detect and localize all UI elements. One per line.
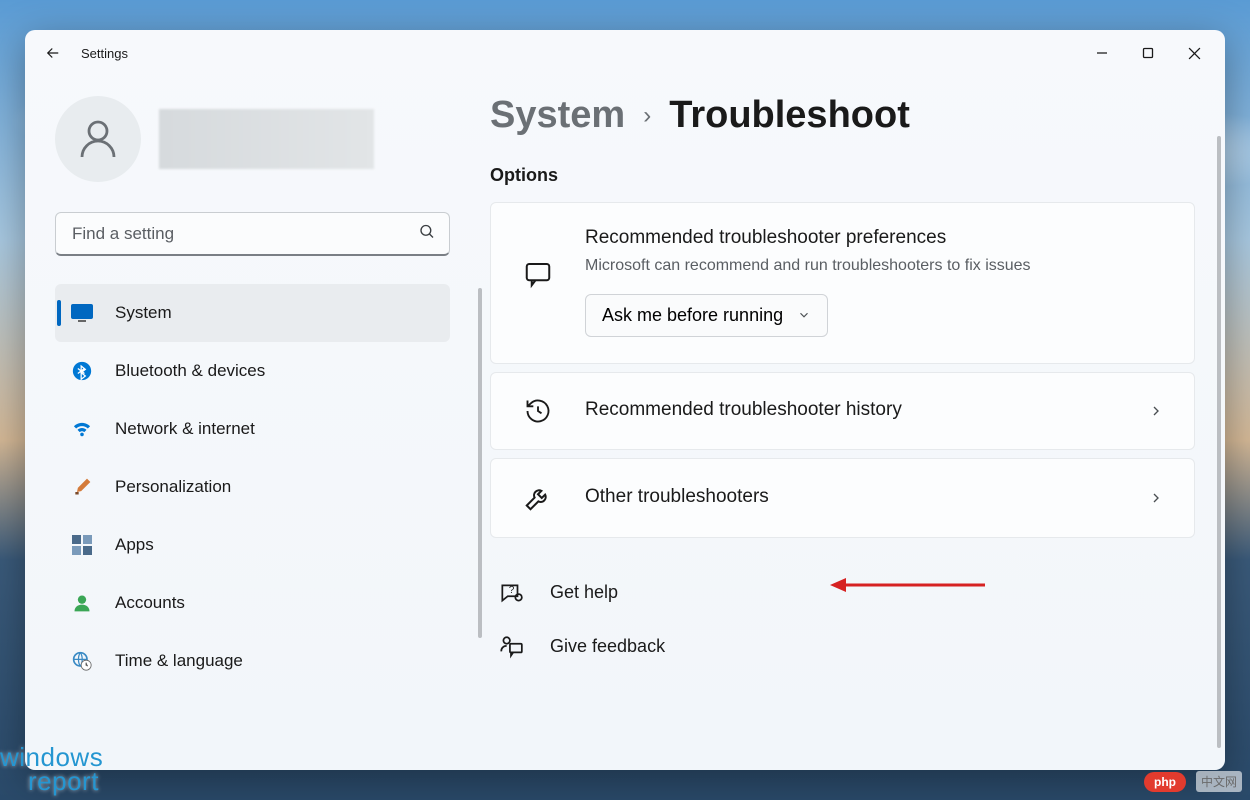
link-label: Give feedback: [550, 636, 665, 657]
wrench-icon: [521, 483, 555, 513]
profile-section[interactable]: [55, 96, 470, 182]
window-controls: [1079, 30, 1217, 76]
search-icon: [418, 223, 436, 246]
wifi-icon: [71, 418, 93, 440]
page-title: Troubleshoot: [669, 94, 910, 137]
recommended-preference-dropdown[interactable]: Ask me before running: [585, 294, 828, 337]
chat-icon: [521, 259, 555, 289]
display-icon: [71, 302, 93, 324]
person-icon: [71, 592, 93, 614]
sidebar-item-accounts[interactable]: Accounts: [55, 574, 450, 632]
main-content: System › Troubleshoot Options Recommende…: [470, 76, 1225, 770]
minimize-button[interactable]: [1079, 30, 1125, 76]
dropdown-value: Ask me before running: [602, 305, 783, 326]
sidebar-item-label: Time & language: [115, 651, 243, 671]
link-label: Get help: [550, 582, 618, 603]
card-troubleshooter-history[interactable]: Recommended troubleshooter history: [490, 372, 1195, 450]
card-other-troubleshooters[interactable]: Other troubleshooters: [490, 458, 1195, 538]
brush-icon: [71, 476, 93, 498]
sidebar-item-bluetooth[interactable]: Bluetooth & devices: [55, 342, 450, 400]
card-recommended-preferences[interactable]: Recommended troubleshooter preferences M…: [490, 202, 1195, 364]
minimize-icon: [1096, 47, 1108, 59]
search-input[interactable]: [55, 212, 450, 256]
card-title: Other troubleshooters: [585, 484, 1118, 511]
sidebar-item-label: System: [115, 303, 172, 323]
sidebar-item-label: Accounts: [115, 593, 185, 613]
search-wrap: [55, 212, 450, 256]
svg-text:?: ?: [509, 585, 515, 596]
breadcrumb-parent[interactable]: System: [490, 94, 625, 137]
sidebar-item-network[interactable]: Network & internet: [55, 400, 450, 458]
titlebar: Settings: [25, 30, 1225, 76]
window-title: Settings: [81, 46, 128, 61]
close-button[interactable]: [1171, 30, 1217, 76]
main-scrollbar[interactable]: [1217, 136, 1221, 748]
close-icon: [1188, 47, 1201, 60]
apps-icon: [71, 534, 93, 556]
avatar: [55, 96, 141, 182]
help-chat-icon: ?: [496, 580, 526, 606]
feedback-icon: [496, 634, 526, 660]
sidebar-item-label: Personalization: [115, 477, 231, 497]
watermark: windows report: [0, 745, 103, 794]
sidebar-item-personalization[interactable]: Personalization: [55, 458, 450, 516]
card-title: Recommended troubleshooter preferences: [585, 225, 1164, 252]
bluetooth-icon: [71, 360, 93, 382]
maximize-button[interactable]: [1125, 30, 1171, 76]
chevron-down-icon: [797, 308, 811, 322]
settings-window: Settings: [25, 30, 1225, 770]
sidebar-item-apps[interactable]: Apps: [55, 516, 450, 574]
maximize-icon: [1142, 47, 1154, 59]
cn-badge: 中文网: [1196, 771, 1242, 792]
section-label-options: Options: [490, 165, 1195, 186]
profile-name-redacted: [159, 109, 374, 169]
chevron-right-icon: [1148, 403, 1164, 419]
get-help-link[interactable]: ? Get help: [490, 566, 1195, 620]
arrow-left-icon: [44, 44, 62, 62]
nav: System Bluetooth & devices Network & int…: [55, 284, 470, 690]
back-button[interactable]: [33, 33, 73, 73]
sidebar-item-system[interactable]: System: [55, 284, 450, 342]
chevron-right-icon: ›: [643, 102, 651, 130]
chevron-right-icon: [1148, 490, 1164, 506]
card-title: Recommended troubleshooter history: [585, 397, 1118, 424]
sidebar-item-label: Network & internet: [115, 419, 255, 439]
sidebar-item-label: Apps: [115, 535, 154, 555]
give-feedback-link[interactable]: Give feedback: [490, 620, 1195, 674]
card-subtitle: Microsoft can recommend and run troubles…: [585, 254, 1164, 278]
history-icon: [521, 397, 555, 425]
breadcrumb: System › Troubleshoot: [490, 94, 1195, 137]
globe-clock-icon: [71, 650, 93, 672]
sidebar: System Bluetooth & devices Network & int…: [25, 76, 470, 770]
sidebar-item-label: Bluetooth & devices: [115, 361, 265, 381]
sidebar-item-time-language[interactable]: Time & language: [55, 632, 450, 690]
php-badge: php: [1144, 772, 1186, 792]
person-icon: [74, 115, 122, 163]
